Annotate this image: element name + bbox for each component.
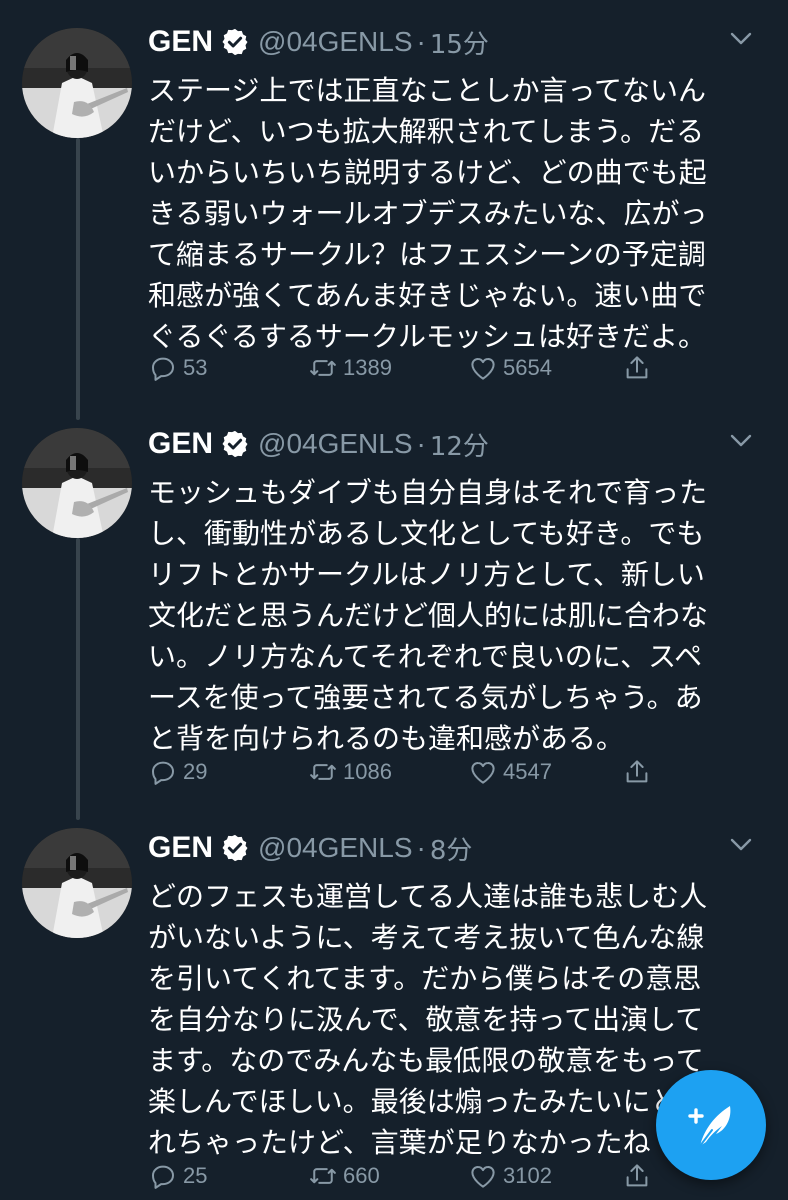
tweet-text-line: て縮まるサークル？はフェスシーンの予定調 — [148, 238, 706, 271]
thread-line — [76, 538, 80, 820]
tweet-text-line: ます。なのでみんなも最低限の敬意をもって — [148, 1044, 704, 1077]
compose-tweet-icon — [688, 1106, 731, 1147]
tweet-text-line: だけど、いつも拡大解釈されてしまう。だる — [148, 115, 705, 148]
tweet-text-line: モッシュもダイブも自分自身はそれで育った — [148, 476, 708, 509]
reply-count: 53 — [183, 355, 208, 380]
tweet-text-line: どのフェスも運営してる人達は誰も悲しむ人 — [148, 880, 708, 913]
reply-button[interactable]: 29 — [148, 752, 207, 792]
chevron-down-icon[interactable] — [730, 434, 752, 448]
chevron-down-icon[interactable] — [730, 32, 752, 46]
separator-dot: · — [416, 26, 426, 57]
avatar[interactable] — [22, 28, 132, 138]
retweet-count: 1389 — [343, 355, 392, 380]
like-button[interactable]: 4547 — [468, 752, 552, 792]
reply-button[interactable]: 25 — [148, 1156, 207, 1196]
heart-icon — [471, 358, 495, 380]
reply-icon — [152, 1165, 174, 1189]
tweet-text: ステージ上では正直なことしか言ってないん だけど、いつも拡大解釈されてしまう。だ… — [148, 70, 748, 357]
tweet-actions: 25 660 3102 — [148, 1156, 668, 1196]
verified-badge-icon — [222, 834, 248, 862]
reply-icon — [152, 357, 174, 381]
like-button[interactable]: 3102 — [468, 1156, 552, 1196]
reply-count: 25 — [183, 1163, 208, 1188]
verified-badge-icon — [222, 28, 248, 56]
retweet-button[interactable]: 660 — [308, 1156, 380, 1196]
chevron-down-icon[interactable] — [730, 838, 752, 852]
share-button[interactable] — [622, 1156, 652, 1196]
avatar-image — [22, 828, 132, 938]
tweet-text-line: 文化だと思うんだけど個人的には肌に合わな — [148, 599, 709, 632]
tweet-header: GEN @04GENLS · 12分 — [148, 422, 489, 466]
tweet-text-line: がいないように、考えて考え抜いて色んな線 — [148, 921, 705, 954]
retweet-count: 660 — [343, 1163, 380, 1188]
avatar[interactable] — [22, 428, 132, 538]
reply-count: 29 — [183, 759, 208, 784]
separator-dot: · — [416, 832, 426, 863]
tweet-text-line: ステージ上では正直なことしか言ってないん — [148, 74, 707, 107]
share-icon — [626, 356, 648, 379]
like-count: 5654 — [503, 355, 552, 380]
heart-icon — [471, 1166, 495, 1188]
like-button[interactable]: 5654 — [468, 348, 552, 388]
tweet-header: GEN @04GENLS · 15分 — [148, 20, 489, 64]
tweet-text-line: ースを使って強要されてる気がしちゃう。あ — [148, 681, 703, 714]
tweet-text-line: いからいちいち説明するけど、どの曲でも起 — [148, 156, 707, 189]
tweet-text: モッシュもダイブも自分自身はそれで育った し、衝動性があるし文化としても好き。で… — [148, 472, 748, 759]
retweet-button[interactable]: 1086 — [308, 752, 392, 792]
share-icon — [626, 760, 648, 783]
avatar-image — [22, 428, 132, 538]
compose-tweet-button[interactable] — [656, 1070, 766, 1180]
tweet-header: GEN @04GENLS · 8分 — [148, 826, 472, 870]
handle[interactable]: @04GENLS — [258, 832, 413, 864]
avatar[interactable] — [22, 828, 132, 938]
share-button[interactable] — [622, 752, 652, 792]
tweet-actions: 53 1389 5654 — [148, 348, 668, 388]
tweet-text-line: 和感が強くてあんま好きじゃない。速い曲で — [148, 279, 707, 312]
like-count: 4547 — [503, 759, 552, 784]
handle[interactable]: @04GENLS — [258, 26, 413, 58]
tweet-text-line: を引いてくれてます。だから僕らはその意思 — [148, 962, 702, 995]
display-name[interactable]: GEN — [148, 25, 213, 59]
tweet-text-line: リフトとかサークルはノリ方として、新しい — [148, 558, 705, 591]
share-button[interactable] — [622, 348, 652, 388]
tweet-text-line: きる弱いウォールオブデスみたいな、広がっ — [148, 197, 708, 230]
tweet-text-line: を自分なりに汲んで、敬意を持って出演して — [148, 1003, 704, 1036]
heart-icon — [471, 762, 495, 784]
reply-button[interactable]: 53 — [148, 348, 207, 388]
like-count: 3102 — [503, 1163, 552, 1188]
tweet-text-line: し、衝動性があるし文化としても好き。でも — [148, 517, 705, 550]
separator-dot: · — [416, 428, 426, 459]
thread-line — [76, 138, 80, 420]
retweet-icon — [310, 764, 336, 780]
tweet-actions: 29 1086 4547 — [148, 752, 668, 792]
retweet-icon — [310, 360, 336, 376]
tweet-text-line: い。ノリ方なんてそれぞれで良いのに、スペ — [148, 640, 703, 673]
avatar-image — [22, 28, 132, 138]
retweet-button[interactable]: 1389 — [308, 348, 392, 388]
timestamp[interactable]: 8分 — [430, 830, 473, 867]
reply-icon — [152, 761, 174, 785]
display-name[interactable]: GEN — [148, 427, 213, 461]
verified-badge-icon — [222, 430, 248, 458]
retweet-icon — [310, 1168, 336, 1184]
timestamp[interactable]: 12分 — [430, 426, 489, 463]
timestamp[interactable]: 15分 — [430, 24, 489, 61]
handle[interactable]: @04GENLS — [258, 428, 413, 460]
share-icon — [626, 1164, 648, 1187]
retweet-count: 1086 — [343, 759, 392, 784]
display-name[interactable]: GEN — [148, 831, 213, 865]
